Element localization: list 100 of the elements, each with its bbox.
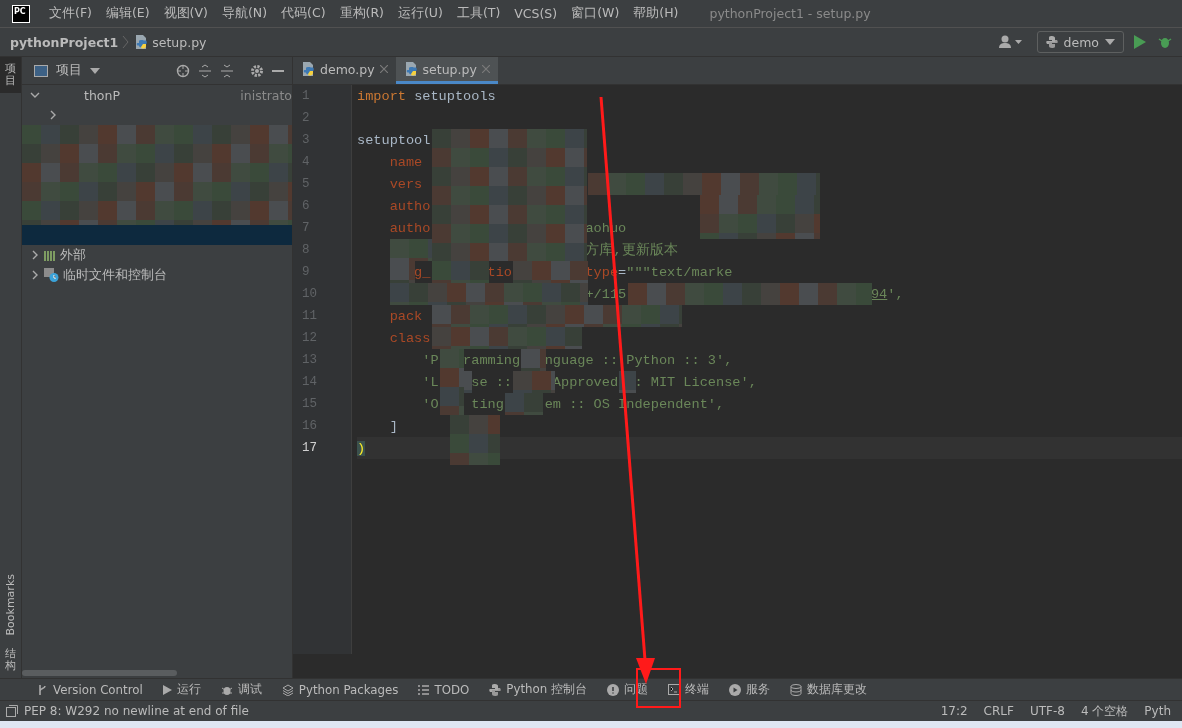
database-icon — [790, 683, 802, 696]
collapse-all-icon[interactable] — [220, 63, 234, 78]
app-logo: PC — [12, 4, 30, 23]
tool-window-tab[interactable]: 终端 — [660, 681, 717, 698]
code-text: : MIT License', — [634, 374, 757, 390]
caret-icon[interactable] — [90, 67, 100, 74]
breadcrumb-item[interactable]: pythonProject1 — [10, 34, 119, 50]
tree-path: inistrato — [240, 87, 292, 103]
panel-title: 项目 — [56, 62, 82, 79]
tree-row[interactable]: 外部 — [22, 245, 292, 265]
tree-label: thonP — [84, 87, 120, 103]
debug-icon[interactable] — [1158, 35, 1172, 49]
menu-item[interactable]: 编辑(E) — [98, 5, 157, 22]
tool-window-tab[interactable]: Python Packages — [273, 682, 407, 697]
chevron-icon[interactable] — [48, 110, 58, 120]
code-text: 'O — [422, 396, 439, 412]
tool-window-tab[interactable]: TODO — [410, 682, 478, 697]
python-file-icon — [403, 62, 418, 76]
list-icon — [418, 684, 430, 695]
tool-window-tab[interactable]: 服务 — [721, 681, 778, 698]
status-message: PEP 8: W292 no newline at end of file — [24, 704, 249, 718]
exclamation-icon — [607, 683, 619, 696]
code-text: g_ — [414, 264, 431, 280]
expand-all-icon[interactable] — [198, 63, 212, 78]
code-text: 'P — [422, 352, 439, 368]
python-file-icon — [134, 35, 149, 49]
side-tab[interactable]: 结构 — [0, 641, 21, 678]
code-text: tio — [487, 264, 513, 280]
status-item[interactable]: 17:2 — [935, 704, 973, 718]
menu-item[interactable]: 代码(C) — [274, 5, 333, 22]
python-icon — [489, 683, 502, 696]
minimize-icon[interactable] — [272, 69, 284, 72]
code-text: autho — [389, 220, 431, 236]
tool-window-tab[interactable]: Python 控制台 — [481, 681, 595, 698]
code-text: autho — [389, 198, 431, 214]
status-item[interactable]: UTF-8 — [1024, 704, 1070, 718]
code-text: """text/marke — [626, 264, 733, 280]
side-tab[interactable]: Bookmarks — [0, 568, 21, 642]
menu-item[interactable]: 重构(R) — [332, 5, 391, 22]
code-text: se :: — [471, 374, 513, 390]
run-icon[interactable] — [1134, 35, 1146, 49]
tree-row[interactable]: 临时文件和控制台 — [22, 265, 292, 285]
editor-tab[interactable]: demo.py — [293, 57, 396, 84]
code-text: 'L — [422, 374, 439, 390]
tree-label: 临时文件和控制台 — [63, 266, 167, 284]
terminal-icon — [668, 684, 680, 695]
tool-window-tab[interactable]: 调试 — [212, 681, 270, 698]
chevron-icon[interactable] — [30, 270, 40, 280]
code-text: import — [357, 88, 406, 104]
status-item[interactable]: CRLF — [978, 704, 1019, 718]
code-text: vers — [389, 176, 423, 192]
tool-window-tab[interactable]: 数据库更改 — [782, 681, 875, 698]
editor-tab[interactable]: setup.py — [395, 57, 498, 84]
play-circle-icon — [729, 683, 741, 696]
scrollbar[interactable] — [22, 670, 177, 676]
menu-item[interactable]: 导航(N) — [214, 5, 275, 22]
tree-label: 外部 — [60, 246, 86, 264]
code-text: ) — [357, 440, 366, 456]
settings-icon[interactable] — [250, 63, 264, 78]
code-text: ramming — [463, 352, 521, 368]
highlight-frame — [636, 668, 681, 708]
tree-row[interactable]: thonP inistrato — [22, 85, 292, 105]
python-icon — [1045, 36, 1058, 48]
status-item[interactable]: 4 个空格 — [1075, 702, 1134, 720]
code-text: ', — [887, 286, 904, 302]
menu-item[interactable]: 帮助(H) — [626, 5, 686, 22]
chevron-icon[interactable] — [30, 90, 40, 100]
branch-icon — [38, 683, 48, 696]
code-text: setuptools — [414, 88, 496, 104]
scratch-file-icon — [44, 268, 59, 282]
side-tab[interactable]: 项目 — [0, 57, 21, 94]
code-text: setuptool — [357, 132, 431, 148]
python-file-icon — [301, 62, 315, 76]
play-icon — [162, 684, 172, 695]
chevron-icon[interactable] — [30, 250, 40, 260]
menu-item[interactable]: 工具(T) — [449, 5, 508, 22]
status-item[interactable]: Pyth — [1139, 704, 1176, 718]
menu-item[interactable]: 文件(F) — [42, 5, 99, 22]
menu-item[interactable]: 窗口(W) — [564, 5, 627, 22]
library-icon — [44, 249, 56, 261]
menu-item[interactable]: 视图(V) — [156, 5, 215, 22]
code-text: nguage :: Python :: 3', — [544, 352, 733, 368]
menu-item[interactable]: 运行(U) — [390, 5, 450, 22]
code-text: ting — [471, 396, 504, 412]
caret-icon — [1105, 39, 1115, 45]
close-icon[interactable] — [379, 65, 388, 73]
copy-icon[interactable] — [6, 705, 18, 717]
code-text: name — [389, 154, 423, 170]
pixelated-area — [505, 393, 543, 415]
code-text: Approved — [552, 374, 619, 390]
user-icon[interactable] — [998, 35, 1023, 49]
window-icon — [34, 64, 48, 77]
menu-item[interactable]: VCS(S) — [507, 6, 565, 21]
breadcrumb-item[interactable]: setup.py — [152, 34, 207, 50]
tool-window-tab[interactable]: 运行 — [154, 681, 209, 698]
run-configuration-dropdown[interactable]: demo — [1036, 31, 1124, 53]
locate-icon[interactable] — [176, 63, 190, 78]
code-text: class — [389, 330, 431, 346]
window-title: pythonProject1 - setup.py — [709, 6, 871, 21]
tool-window-tab[interactable]: Version Control — [30, 682, 151, 697]
